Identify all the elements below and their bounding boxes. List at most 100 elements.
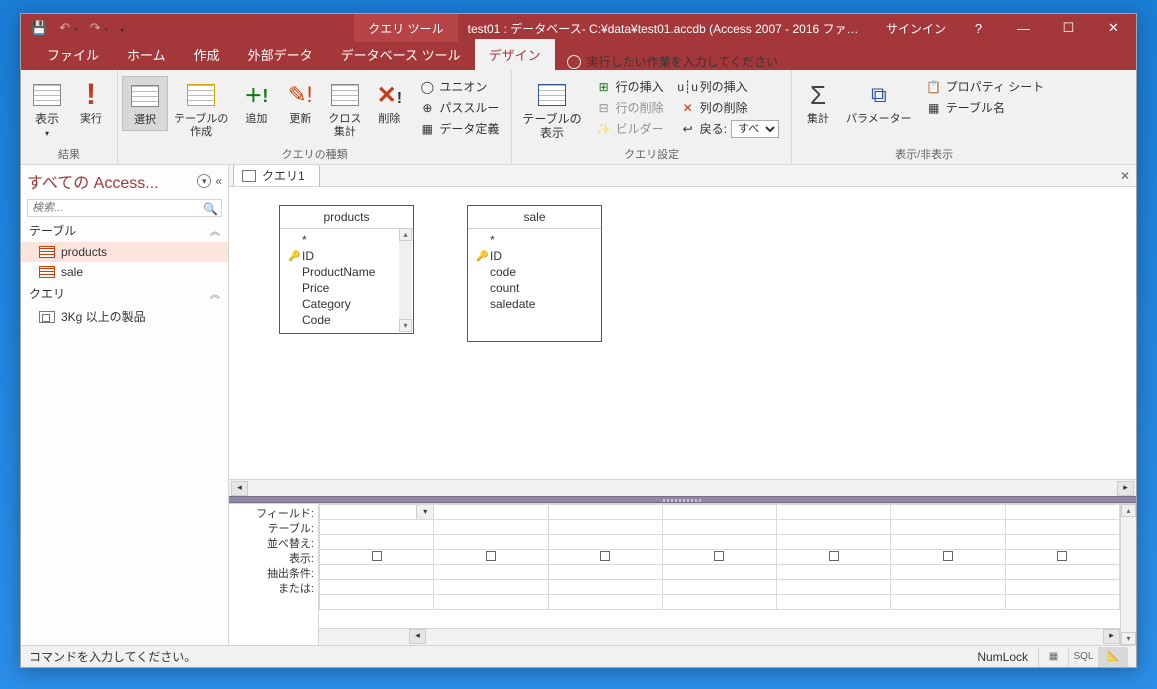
return-select[interactable]: すべて xyxy=(731,120,779,138)
grid-cell[interactable] xyxy=(777,505,891,520)
grid-cell[interactable] xyxy=(1005,505,1119,520)
grid-cell[interactable] xyxy=(320,535,434,550)
delete-rows-button[interactable]: ⊟行の削除 xyxy=(592,97,668,118)
plus-green-icon: ＋! xyxy=(244,82,268,108)
doc-close-button[interactable]: ✕ xyxy=(1120,169,1130,183)
field-row[interactable]: * xyxy=(284,232,409,248)
tell-me-search[interactable]: 実行したい作業を入力してください xyxy=(555,53,790,70)
field-row[interactable]: 🔑ID xyxy=(472,248,597,264)
maximize-button[interactable]: ☐ xyxy=(1046,14,1091,42)
crosstab-button[interactable]: クロス 集計 xyxy=(322,76,367,141)
undo-icon[interactable]: ↶ ▾ xyxy=(59,20,78,36)
view-datasheet-button[interactable]: ▦ xyxy=(1038,647,1068,667)
field-row[interactable]: Price xyxy=(284,280,409,296)
view-button[interactable]: 表示▾ xyxy=(25,76,69,142)
help-button[interactable]: ? xyxy=(956,14,1001,42)
grid-cell[interactable] xyxy=(320,520,434,535)
property-sheet-button[interactable]: 📋プロパティ シート xyxy=(922,76,1049,97)
grid-vscroll[interactable]: ▴▾ xyxy=(1120,504,1136,645)
checkbox[interactable] xyxy=(943,551,953,561)
append-button[interactable]: ＋! 追加 xyxy=(234,76,278,129)
delete-query-button[interactable]: ✕! 削除 xyxy=(367,76,411,129)
nav-group-queries[interactable]: クエリ︽ xyxy=(21,282,228,305)
table-scroll[interactable]: ▴▾ xyxy=(399,228,412,332)
signin-link[interactable]: サインイン xyxy=(876,20,956,37)
field-row[interactable]: Code xyxy=(284,312,409,328)
upper-hscroll[interactable]: ◂▸ xyxy=(229,479,1136,496)
view-design-button[interactable]: 📐 xyxy=(1098,647,1128,667)
field-row[interactable]: ProductName xyxy=(284,264,409,280)
nav-dropdown-icon[interactable]: ▾ xyxy=(197,174,211,188)
field-row[interactable]: * xyxy=(472,232,597,248)
checkbox[interactable] xyxy=(372,551,382,561)
grid-cell[interactable] xyxy=(662,505,776,520)
search-icon[interactable]: 🔍 xyxy=(203,202,218,216)
grid-cell[interactable] xyxy=(434,505,548,520)
table-diagram-pane[interactable]: products * 🔑ID ProductName Price Categor… xyxy=(229,187,1136,479)
minimize-button[interactable]: ― xyxy=(1001,14,1046,42)
redo-icon[interactable]: ↷ ▾ xyxy=(90,20,109,36)
checkbox[interactable] xyxy=(714,551,724,561)
totals-button[interactable]: Σ 集計 xyxy=(796,76,840,129)
union-button[interactable]: ◯ユニオン xyxy=(415,76,503,97)
field-row[interactable]: 🔑ID xyxy=(284,248,409,264)
access-window: 💾 ↶ ▾ ↷ ▾ ▾ クエリ ツール test01 : データベース- C:¥… xyxy=(20,13,1137,668)
update-button[interactable]: ✎! 更新 xyxy=(278,76,322,129)
tab-create[interactable]: 作成 xyxy=(180,39,234,70)
nav-group-tables[interactable]: テーブル︽ xyxy=(21,219,228,242)
checkbox[interactable] xyxy=(1057,551,1067,561)
view-sql-button[interactable]: SQL xyxy=(1068,647,1098,667)
show-table-button[interactable]: テーブルの 表示 xyxy=(516,76,587,144)
query-grid[interactable]: ▾ ◂▸ xyxy=(319,504,1120,645)
grid-hscroll[interactable]: ◂▸ xyxy=(319,628,1120,645)
qat-customize-icon[interactable]: ▾ xyxy=(120,21,124,36)
pane-splitter[interactable] xyxy=(229,496,1136,503)
make-table-button[interactable]: テーブルの 作成 xyxy=(168,76,234,141)
data-definition-button[interactable]: ▦データ定義 xyxy=(415,118,503,139)
grid-cell[interactable] xyxy=(320,550,434,565)
checkbox[interactable] xyxy=(829,551,839,561)
select-query-button[interactable]: 選択 xyxy=(122,76,168,131)
grid-cell[interactable] xyxy=(320,580,434,595)
tab-database-tools[interactable]: データベース ツール xyxy=(327,39,475,70)
dropdown-icon[interactable]: ▾ xyxy=(416,505,433,519)
checkbox[interactable] xyxy=(600,551,610,561)
nav-item-query1[interactable]: 3Kg 以上の製品 xyxy=(21,305,228,328)
label-or: または: xyxy=(229,582,318,597)
nav-collapse-icon[interactable]: « xyxy=(215,174,222,188)
grid-cell[interactable] xyxy=(548,505,662,520)
passthrough-button[interactable]: ⊕パススルー xyxy=(415,97,503,118)
nav-search-input[interactable] xyxy=(27,199,222,217)
table-sale-box[interactable]: sale * 🔑ID code count saledate xyxy=(467,205,602,342)
tab-external-data[interactable]: 外部データ xyxy=(234,39,327,70)
table-names-button[interactable]: ▦テーブル名 xyxy=(922,97,1049,118)
datadef-icon: ▦ xyxy=(419,121,435,137)
field-row[interactable]: count xyxy=(472,280,597,296)
insert-columns-button[interactable]: u┊u列の挿入 xyxy=(676,76,783,97)
checkbox[interactable] xyxy=(486,551,496,561)
tab-home[interactable]: ホーム xyxy=(113,39,180,70)
parameters-button[interactable]: ⧉ パラメーター xyxy=(840,76,918,129)
nav-item-products[interactable]: products xyxy=(21,242,228,262)
nav-title[interactable]: すべての Access... xyxy=(27,169,193,193)
titlebar: 💾 ↶ ▾ ↷ ▾ ▾ クエリ ツール test01 : データベース- C:¥… xyxy=(21,14,1136,42)
field-row[interactable]: code xyxy=(472,264,597,280)
table-products-box[interactable]: products * 🔑ID ProductName Price Categor… xyxy=(279,205,414,334)
run-button[interactable]: ! 実行 xyxy=(69,76,113,129)
delete-columns-button[interactable]: ✕列の削除 xyxy=(676,97,783,118)
tab-design[interactable]: デザイン xyxy=(475,39,555,70)
tab-file[interactable]: ファイル xyxy=(33,39,113,70)
grid-cell[interactable] xyxy=(320,565,434,580)
insert-rows-button[interactable]: ⊞行の挿入 xyxy=(592,76,668,97)
builder-button[interactable]: ✨ビルダー xyxy=(592,118,668,139)
close-button[interactable]: ✕ xyxy=(1091,14,1136,42)
save-icon[interactable]: 💾 xyxy=(31,20,47,36)
grid-cell[interactable] xyxy=(320,595,434,610)
nav-item-sale[interactable]: sale xyxy=(21,262,228,282)
grid-cell[interactable]: ▾ xyxy=(320,505,434,520)
field-row[interactable]: Category xyxy=(284,296,409,312)
doc-tab-query1[interactable]: クエリ1 xyxy=(233,165,320,186)
return-rows-control[interactable]: ↩戻る: すべて xyxy=(676,118,783,139)
grid-cell[interactable] xyxy=(891,505,1005,520)
field-row[interactable]: saledate xyxy=(472,296,597,312)
